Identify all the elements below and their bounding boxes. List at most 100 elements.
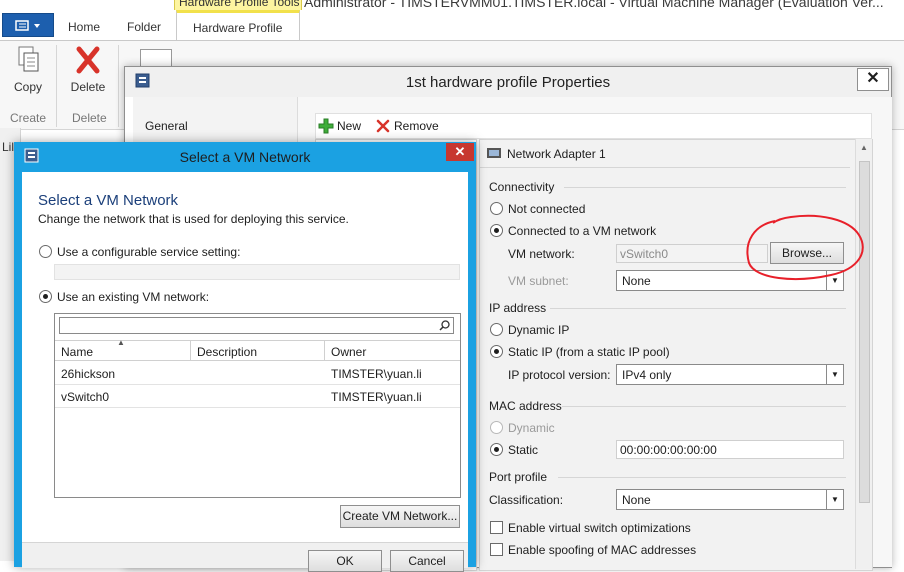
- copy-button[interactable]: Copy: [6, 43, 50, 94]
- classification-label: Classification:: [489, 493, 564, 507]
- remove-icon: [376, 119, 390, 133]
- vm-network-grid: Name ▲ Description Owner 26hickson TIMST…: [54, 313, 461, 498]
- search-input[interactable]: [62, 318, 432, 332]
- section-line: [562, 406, 846, 407]
- nav-item-general[interactable]: General: [145, 119, 188, 133]
- search-icon[interactable]: [439, 320, 450, 331]
- remove-button[interactable]: Remove: [394, 119, 439, 133]
- column-header-owner[interactable]: Owner: [325, 340, 460, 361]
- dynamic-ip-radio[interactable]: [490, 323, 503, 336]
- delete-label: Delete: [70, 80, 106, 94]
- section-line: [550, 308, 846, 309]
- ip-address-heading: IP address: [489, 301, 547, 315]
- column-header-owner-label: Owner: [331, 345, 367, 359]
- connected-vm-network-radio[interactable]: [490, 224, 503, 237]
- ribbon-divider: [56, 45, 57, 127]
- column-header-name[interactable]: Name ▲: [55, 338, 191, 361]
- vswitch-optimizations-checkbox[interactable]: [490, 521, 503, 534]
- dialog-subheading: Change the network that is used for depl…: [38, 212, 349, 226]
- ribbon-group-create: Create: [10, 111, 47, 125]
- column-header-description-label: Description: [197, 345, 258, 359]
- contextual-tab-group-text: Hardware Profile Tools: [179, 0, 300, 9]
- select-vm-network-dialog: Select a VM Network ✕ Select a VM Networ…: [14, 142, 476, 572]
- app-window-title: Administrator - TIMSTERVMM01.TIMSTER.loc…: [304, 0, 884, 10]
- hardware-toolbar: New Remove: [315, 113, 872, 139]
- existing-vm-network-radio[interactable]: [39, 290, 52, 303]
- dynamic-mac-label: Dynamic: [508, 421, 555, 435]
- static-mac-radio[interactable]: [490, 443, 503, 456]
- dialog-close-button[interactable]: ✕: [446, 143, 474, 161]
- app-title-bar: Administrator - TIMSTERVMM01.TIMSTER.loc…: [0, 0, 904, 10]
- file-menu-button[interactable]: [2, 13, 54, 37]
- section-line: [564, 187, 846, 188]
- mac-spoofing-label: Enable spoofing of MAC addresses: [508, 543, 697, 557]
- scroll-up-icon[interactable]: ▲: [860, 143, 868, 152]
- existing-vm-network-label: Use an existing VM network:: [57, 290, 210, 304]
- row-owner: TIMSTER\yuan.li: [331, 367, 422, 381]
- port-profile-heading: Port profile: [489, 470, 548, 484]
- nav-fragment: Lil: [2, 140, 15, 154]
- properties-scrollbar[interactable]: ▲: [855, 139, 872, 569]
- close-button[interactable]: ✕: [857, 68, 889, 91]
- tab-hardware-profile[interactable]: Hardware Profile: [176, 10, 300, 40]
- static-ip-radio[interactable]: [490, 345, 503, 358]
- sort-ascending-icon: ▲: [117, 338, 125, 347]
- vswitch-optimizations-label: Enable virtual switch optimizations: [508, 521, 691, 535]
- configurable-setting-label: Use a configurable service setting:: [57, 245, 241, 259]
- dialog-footer: OK Cancel: [22, 542, 468, 572]
- tab-folder[interactable]: Folder: [127, 20, 161, 34]
- column-header-description[interactable]: Description: [191, 340, 325, 361]
- tab-hardware-profile-label: Hardware Profile: [193, 21, 283, 35]
- divider: [480, 167, 850, 168]
- search-box[interactable]: [59, 317, 454, 334]
- dialog-heading: Select a VM Network: [38, 192, 179, 209]
- properties-title: 1st hardware profile Properties: [405, 74, 611, 91]
- dynamic-ip-label: Dynamic IP: [508, 323, 570, 337]
- static-mac-field[interactable]: 00:00:00:00:00:00: [616, 440, 844, 459]
- network-adapter-icon: [487, 148, 501, 158]
- ip-protocol-select[interactable]: IPv4 only ▼: [616, 364, 844, 385]
- ok-button[interactable]: OK: [308, 550, 382, 572]
- table-row[interactable]: vSwitch0 TIMSTER\yuan.li: [55, 386, 460, 408]
- network-adapter-panel: Network Adapter 1 Connectivity Not conne…: [479, 139, 873, 571]
- classification-select[interactable]: None ▼: [616, 489, 844, 510]
- configurable-setting-field: [54, 264, 460, 280]
- connected-vm-network-label: Connected to a VM network: [508, 224, 657, 238]
- mac-address-heading: MAC address: [489, 399, 562, 413]
- copy-icon: [18, 46, 39, 72]
- copy-label: Copy: [13, 80, 42, 94]
- vm-subnet-value: None: [622, 274, 651, 288]
- app-menu-icon: [15, 20, 40, 31]
- dropdown-arrow-icon: ▼: [826, 365, 843, 384]
- vm-network-label: VM network:: [508, 247, 575, 261]
- create-vm-network-button[interactable]: Create VM Network...: [340, 505, 460, 528]
- ip-protocol-label: IP protocol version:: [508, 368, 611, 382]
- row-name: vSwitch0: [61, 390, 110, 404]
- tab-home[interactable]: Home: [68, 20, 100, 34]
- static-ip-label: Static IP (from a static IP pool): [508, 345, 670, 359]
- classification-value: None: [622, 493, 651, 507]
- row-name: 26hickson: [61, 367, 116, 381]
- delete-x-icon: [76, 46, 100, 74]
- ribbon-divider: [118, 45, 119, 127]
- vm-subnet-label: VM subnet:: [508, 274, 569, 288]
- ribbon-group-delete: Delete: [72, 111, 107, 125]
- static-mac-label: Static: [508, 443, 539, 457]
- network-adapter-title: Network Adapter 1: [507, 147, 606, 161]
- mac-spoofing-checkbox[interactable]: [490, 543, 503, 556]
- dynamic-mac-radio[interactable]: [490, 421, 503, 434]
- dialog-client: Select a VM Network Change the network t…: [22, 172, 468, 567]
- not-connected-label: Not connected: [508, 202, 586, 216]
- cancel-button[interactable]: Cancel: [390, 550, 464, 572]
- configurable-setting-radio[interactable]: [39, 245, 52, 258]
- not-connected-radio[interactable]: [490, 202, 503, 215]
- section-line: [558, 477, 846, 478]
- add-icon: [318, 118, 334, 134]
- table-row[interactable]: 26hickson TIMSTER\yuan.li: [55, 363, 460, 385]
- connectivity-heading: Connectivity: [489, 180, 555, 194]
- ip-protocol-value: IPv4 only: [622, 368, 672, 382]
- new-button[interactable]: New: [337, 119, 361, 133]
- dropdown-arrow-icon: ▼: [826, 490, 843, 509]
- delete-button[interactable]: Delete: [64, 43, 112, 94]
- column-header-name-label: Name: [61, 345, 94, 359]
